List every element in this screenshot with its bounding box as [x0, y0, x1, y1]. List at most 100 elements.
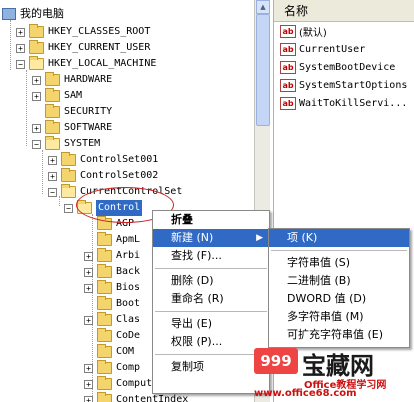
tree-item-security[interactable]: SECURITY [32, 104, 112, 120]
expand-icon[interactable]: + [16, 27, 25, 37]
watermark-url: www.office68.com [254, 388, 357, 399]
collapse-icon[interactable]: − [48, 187, 57, 197]
list-item[interactable]: ab SystemBootDevice [274, 59, 414, 76]
tree-root-my-computer[interactable]: 我的电脑 [2, 6, 64, 22]
tree-item-clas[interactable]: + Clas [84, 312, 140, 328]
tree-item-com[interactable]: COM [84, 344, 134, 360]
menu-item-copy-key[interactable]: 复制项 [153, 358, 269, 376]
menu-item-export[interactable]: 导出 (E) [153, 315, 269, 333]
folder-icon [29, 40, 44, 54]
tree-item-back[interactable]: + Back [84, 264, 140, 280]
tree-item-label: Boot [116, 298, 141, 309]
tree-item-hklm[interactable]: − HKEY_LOCAL_MACHINE [16, 56, 156, 72]
computer-icon [2, 8, 16, 20]
tree-item-hardware[interactable]: + HARDWARE [32, 72, 112, 88]
expand-icon[interactable]: + [84, 283, 93, 293]
menu-item-new-string[interactable]: 字符串值 (S) [269, 254, 409, 272]
tree-item-apml[interactable]: ApmL [84, 232, 140, 248]
tree-item-arbi[interactable]: + Arbi [84, 248, 140, 264]
tree-item-comp[interactable]: + Comp [84, 360, 140, 376]
menu-item-delete[interactable]: 删除 (D) [153, 272, 269, 290]
menu-item-find[interactable]: 查找 (F)... [153, 247, 269, 265]
collapse-icon[interactable]: − [16, 59, 25, 69]
watermark: 999 宝藏网 Office教程学习网 www.office68.com [254, 348, 414, 402]
menu-item-new-binary[interactable]: 二进制值 (B) [269, 272, 409, 290]
column-header-name[interactable]: 名称 [274, 0, 414, 22]
expand-icon[interactable]: + [84, 395, 93, 402]
menu-item-new-dword[interactable]: DWORD 值 (D) [269, 290, 409, 308]
tree-item-sam[interactable]: + SAM [32, 88, 82, 104]
expand-icon[interactable]: + [84, 363, 93, 373]
tree-item-label: 我的电脑 [20, 7, 64, 20]
list-item-label: (默认) [299, 28, 327, 39]
tree-line [26, 70, 27, 146]
collapse-icon[interactable]: − [32, 139, 41, 149]
expand-icon[interactable]: + [32, 91, 41, 101]
menu-item-collapse[interactable]: 折叠 [153, 211, 269, 229]
expand-icon[interactable]: + [84, 379, 93, 389]
tree-item-code[interactable]: CoDe [84, 328, 140, 344]
tree-item-label: Clas [116, 314, 141, 325]
list-item[interactable]: ab (默认) [274, 23, 414, 40]
list-item[interactable]: ab SystemStartOptions [274, 77, 414, 94]
folder-icon [97, 296, 112, 310]
menu-item-new[interactable]: 新建 (N) ▶ [153, 229, 269, 247]
menu-separator [155, 354, 267, 355]
tree-item-label: HKEY_CLASSES_ROOT [48, 26, 151, 37]
tree-item-label: SYSTEM [64, 138, 101, 149]
folder-icon [45, 104, 60, 118]
folder-icon [97, 264, 112, 278]
menu-item-permissions[interactable]: 权限 (P)... [153, 333, 269, 351]
string-value-icon: ab [280, 43, 296, 56]
tree-item-hkcr[interactable]: + HKEY_CLASSES_ROOT [16, 24, 150, 40]
tree-item-controlset001[interactable]: + ControlSet001 [48, 152, 158, 168]
tree-item-hkcu[interactable]: + HKEY_CURRENT_USER [16, 40, 150, 56]
folder-icon [45, 88, 60, 102]
submenu-arrow-icon: ▶ [256, 233, 263, 243]
menu-item-new-key[interactable]: 项 (K) [269, 229, 409, 247]
folder-icon [29, 24, 44, 38]
folder-open-icon [61, 184, 76, 198]
collapse-icon[interactable]: − [64, 203, 73, 213]
tree-item-bios[interactable]: + Bios [84, 280, 140, 296]
folder-icon [45, 120, 60, 134]
list-item[interactable]: ab WaitToKillServi... [274, 95, 414, 112]
tree-item-label: SECURITY [64, 106, 113, 117]
scroll-up-arrow-icon[interactable]: ▲ [256, 0, 270, 14]
menu-item-new-multistring[interactable]: 多字符串值 (M) [269, 308, 409, 326]
scrollbar-thumb[interactable] [256, 14, 270, 126]
folder-icon [97, 328, 112, 342]
tree-item-software[interactable]: + SOFTWARE [32, 120, 112, 136]
menu-separator [155, 268, 267, 269]
list-item[interactable]: ab CurrentUser [274, 41, 414, 58]
tree-item-controlset002[interactable]: + ControlSet002 [48, 168, 158, 184]
expand-icon[interactable]: + [32, 75, 41, 85]
folder-icon [97, 248, 112, 262]
expand-icon[interactable]: + [48, 155, 57, 165]
expand-icon[interactable]: + [84, 251, 93, 261]
expand-icon[interactable]: + [84, 267, 93, 277]
tree-item-label: ControlSet001 [80, 154, 159, 165]
menu-item-label: 新建 (N) [171, 231, 214, 244]
new-submenu[interactable]: 项 (K) 字符串值 (S) 二进制值 (B) DWORD 值 (D) 多字符串… [268, 228, 410, 348]
tree-item-system[interactable]: − SYSTEM [32, 136, 100, 152]
tree-item-boot[interactable]: Boot [84, 296, 140, 312]
expand-icon[interactable]: + [32, 123, 41, 133]
expand-icon[interactable]: + [48, 171, 57, 181]
expand-icon[interactable]: + [84, 315, 93, 325]
tree-item-label: HKEY_LOCAL_MACHINE [48, 58, 157, 69]
menu-separator [271, 250, 407, 251]
tree-item-label: COM [116, 346, 135, 357]
list-item-label: SystemBootDevice [299, 62, 396, 73]
context-menu[interactable]: 折叠 新建 (N) ▶ 查找 (F)... 删除 (D) 重命名 (R) 导出 … [152, 210, 270, 394]
folder-icon [97, 232, 112, 246]
expand-icon[interactable]: + [16, 43, 25, 53]
tree-item-label: ControlSet002 [80, 170, 159, 181]
folder-icon [45, 72, 60, 86]
tree-line [42, 150, 43, 194]
menu-separator [155, 311, 267, 312]
menu-item-rename[interactable]: 重命名 (R) [153, 290, 269, 308]
menu-item-new-expandstring[interactable]: 可扩充字符串值 (E) [269, 326, 409, 344]
